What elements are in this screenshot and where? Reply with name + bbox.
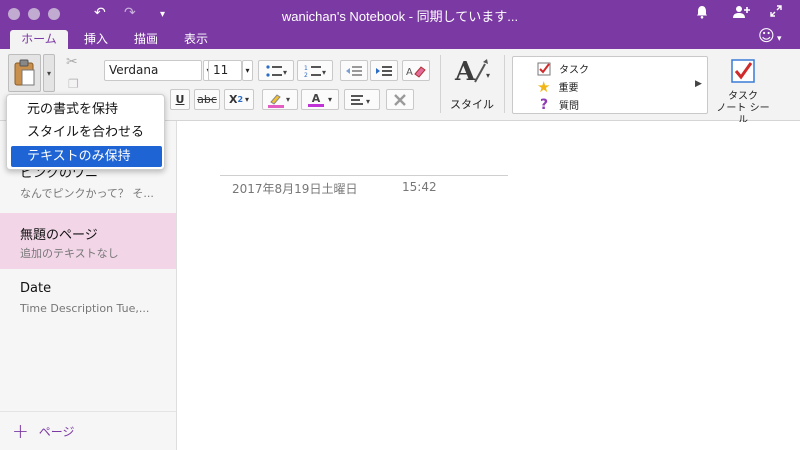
align-button[interactable]: ▾ bbox=[344, 89, 380, 110]
delete-x-icon bbox=[394, 93, 406, 106]
tag-important[interactable]: ★ 重要 bbox=[537, 79, 578, 94]
menu-item-match-style[interactable]: スタイルを合わせる bbox=[11, 122, 162, 143]
tags-gallery[interactable]: タスク ★ 重要 ? 質問 ▶ bbox=[512, 56, 708, 114]
tab-draw[interactable]: 描画 bbox=[124, 30, 168, 49]
clear-formatting-button[interactable]: A bbox=[402, 60, 430, 81]
font-size-value: 11 bbox=[213, 63, 229, 77]
sidebar-divider bbox=[0, 411, 176, 412]
svg-text:2: 2 bbox=[304, 72, 308, 78]
underline-button[interactable]: U bbox=[170, 89, 190, 110]
menu-item-keep-source-formatting[interactable]: 元の書式を保持 bbox=[11, 99, 162, 120]
checkbox-icon bbox=[537, 62, 551, 75]
bullet-list-icon: ▾ bbox=[266, 64, 287, 77]
decrease-indent-button[interactable] bbox=[340, 60, 368, 81]
tab-view[interactable]: 表示 bbox=[174, 30, 218, 49]
add-page-label: ページ bbox=[38, 424, 75, 439]
indent-icon bbox=[376, 65, 392, 76]
page-title: 無題のページ bbox=[20, 228, 98, 243]
cut-icon[interactable]: ✂ bbox=[66, 54, 78, 70]
tag-question[interactable]: ? 質問 bbox=[537, 96, 579, 113]
ribbon-separator bbox=[440, 55, 441, 113]
note-date: 2017年8月19日土曜日 bbox=[232, 182, 358, 196]
title-underline bbox=[220, 175, 508, 176]
styles-brush-icon: A ▾ bbox=[454, 57, 490, 87]
page-preview: なんでピンクかって？ そ... bbox=[20, 187, 154, 200]
note-time: 15:42 bbox=[402, 180, 437, 194]
question-icon: ? bbox=[539, 96, 549, 113]
eraser-icon: A bbox=[406, 65, 426, 78]
paste-options-dropdown[interactable]: ▾ bbox=[43, 54, 55, 92]
bell-icon[interactable] bbox=[696, 5, 708, 23]
svg-text:A: A bbox=[454, 57, 476, 87]
todo-checkbox-icon bbox=[731, 59, 755, 83]
delete-button[interactable] bbox=[386, 89, 414, 110]
todo-tag-button[interactable]: タスク ノート シール bbox=[712, 57, 774, 126]
font-size-field[interactable]: 11 bbox=[208, 60, 242, 81]
subscript-button[interactable]: X 2 ▾ bbox=[224, 89, 254, 110]
tag-task-label: タスク bbox=[559, 65, 589, 76]
numbering-button[interactable]: 1 2 ▾ bbox=[297, 60, 333, 81]
highlighter-icon: ▾ bbox=[268, 93, 290, 108]
plus-icon: + bbox=[12, 419, 29, 443]
subscript-sub: 2 bbox=[237, 95, 244, 104]
tab-insert[interactable]: 挿入 bbox=[74, 30, 118, 49]
align-icon: ▾ bbox=[351, 94, 370, 106]
star-icon: ★ bbox=[537, 77, 551, 96]
paste-options-menu: 元の書式を保持 スタイルを合わせる テキストのみ保持 bbox=[6, 94, 165, 170]
svg-text:▾: ▾ bbox=[486, 71, 490, 80]
add-page-button[interactable]: + ページ bbox=[12, 421, 75, 441]
tab-home[interactable]: ホーム bbox=[10, 30, 68, 49]
svg-text:▾: ▾ bbox=[283, 68, 287, 77]
page-item[interactable]: Date Time Description Tue,... bbox=[0, 273, 176, 328]
window-title: wanichan's Notebook - 同期しています... bbox=[281, 9, 519, 24]
font-name-field[interactable]: Verdana bbox=[104, 60, 202, 81]
strikethrough-button[interactable]: abc bbox=[194, 89, 220, 110]
tag-task[interactable]: タスク bbox=[537, 61, 589, 76]
smiley-feedback-icon[interactable]: ☺ bbox=[758, 28, 775, 44]
svg-text:▾: ▾ bbox=[286, 95, 290, 104]
title-bar: ↶ ↷ ▾ wanichan's Notebook - 同期しています... bbox=[0, 0, 800, 28]
highlight-button[interactable]: ▾ bbox=[262, 89, 298, 110]
font-size-dropdown[interactable]: ▾ bbox=[242, 60, 253, 81]
copy-icon[interactable]: ❐ bbox=[68, 77, 79, 91]
tag-question-label: 質問 bbox=[559, 101, 579, 112]
page-preview: 追加のテキストなし bbox=[20, 247, 119, 260]
increase-indent-button[interactable] bbox=[370, 60, 398, 81]
ribbon-separator bbox=[504, 55, 505, 113]
outdent-icon bbox=[346, 65, 362, 76]
bullets-button[interactable]: ▾ bbox=[258, 60, 294, 81]
svg-text:1: 1 bbox=[304, 65, 308, 72]
feedback-dropdown-icon[interactable]: ▾ bbox=[777, 31, 782, 47]
ribbon-tabs: ホーム 挿入 描画 表示 ☺ ▾ bbox=[0, 28, 800, 49]
svg-text:A: A bbox=[406, 67, 413, 78]
menu-item-keep-text-only[interactable]: テキストのみ保持 bbox=[11, 146, 162, 167]
page-item-selected[interactable]: 無題のページ 追加のテキストなし bbox=[0, 213, 176, 269]
svg-text:▾: ▾ bbox=[366, 97, 370, 106]
note-canvas[interactable]: 2017年8月19日土曜日 15:42 bbox=[178, 122, 800, 450]
svg-text:▾: ▾ bbox=[322, 68, 326, 77]
clipboard-icon bbox=[14, 59, 35, 86]
todo-tag-label-line1: タスク bbox=[728, 91, 758, 102]
paste-button[interactable] bbox=[8, 54, 41, 92]
subscript-label: X bbox=[228, 93, 238, 106]
numbered-list-icon: 12 ▾ bbox=[304, 65, 326, 78]
font-color-swatch bbox=[307, 103, 324, 107]
font-color-button[interactable]: A ▾ bbox=[301, 89, 339, 110]
gallery-expand-icon[interactable]: ▶ bbox=[695, 79, 702, 89]
page-preview: Time Description Tue,... bbox=[20, 302, 150, 315]
page-title: Date bbox=[20, 281, 52, 296]
styles-label: スタイル bbox=[450, 98, 494, 111]
page-list: ピンクのワニ なんでピンクかって？ そ... 無題のページ 追加のテキストなし … bbox=[0, 121, 177, 450]
font-color-label: A bbox=[311, 91, 321, 105]
font-name-value: Verdana bbox=[109, 63, 159, 77]
fullscreen-icon[interactable] bbox=[770, 5, 782, 21]
styles-button[interactable]: A ▾ スタイル bbox=[447, 54, 497, 114]
add-user-icon[interactable] bbox=[732, 5, 750, 23]
tag-important-label: 重要 bbox=[558, 83, 579, 94]
